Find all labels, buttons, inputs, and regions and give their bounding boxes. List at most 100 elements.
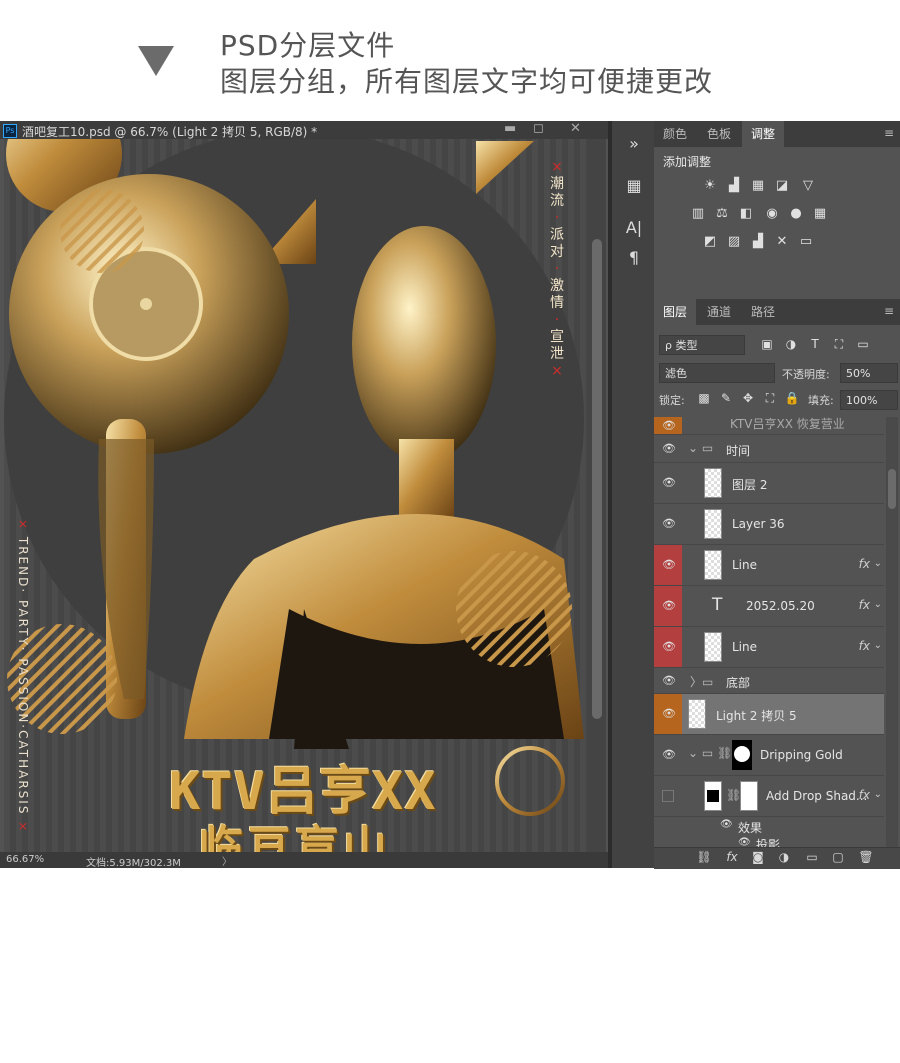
filter-smart-icon[interactable]: ▭: [855, 337, 871, 351]
scroll-thumb[interactable]: [592, 239, 602, 719]
history-icon[interactable]: »: [623, 133, 645, 155]
posterize-icon[interactable]: ▨: [726, 235, 742, 249]
status-menu-arrow[interactable]: 〉: [222, 853, 232, 868]
layer-row[interactable]: 👁 ⌄ ▭ ⛓ Dripping Gold: [654, 735, 884, 776]
selective-color-icon[interactable]: ✕: [774, 235, 790, 249]
close-button[interactable]: ✕: [570, 121, 581, 136]
effects-toggle-arrow[interactable]: ⌄: [874, 558, 882, 569]
visibility-toggle[interactable]: 👁: [654, 694, 682, 734]
tab-layers[interactable]: 图层: [654, 299, 696, 325]
visibility-toggle[interactable]: 👁: [654, 435, 682, 462]
lock-all-icon[interactable]: 🔒: [784, 391, 800, 405]
black-white-icon[interactable]: ◧: [738, 207, 754, 221]
tab-adjustments[interactable]: 调整: [742, 121, 784, 147]
layer-row[interactable]: 👁 KTV吕亨XX 恢复营业: [654, 417, 884, 435]
add-mask-icon[interactable]: ◙: [750, 850, 766, 864]
character-icon[interactable]: A|: [623, 217, 645, 239]
trash-icon[interactable]: 🗑: [858, 850, 874, 864]
eye-icon[interactable]: 👁: [720, 819, 733, 830]
layer-row[interactable]: 👁 Line fx ⌄: [654, 545, 884, 586]
layer-row[interactable]: ⛓ Add Drop Shad... fx ⌄: [654, 776, 884, 817]
properties-icon[interactable]: ▦: [623, 175, 645, 197]
fx-icon[interactable]: fx: [859, 639, 870, 653]
minimize-button[interactable]: ▬: [504, 121, 516, 136]
filter-pixel-icon[interactable]: ▣: [759, 337, 775, 351]
eye-icon: 👁: [662, 707, 676, 720]
filter-text-icon[interactable]: T: [807, 337, 823, 351]
effect-row[interactable]: 👁 投影: [654, 835, 884, 847]
scroll-thumb[interactable]: [888, 469, 896, 509]
invert-icon[interactable]: ◩: [702, 235, 718, 249]
layer-row[interactable]: 👁 T 2052.05.20 fx ⌄: [654, 586, 884, 627]
panel-menu-icon[interactable]: ≡: [884, 304, 894, 318]
vibrance-icon[interactable]: ▽: [800, 179, 816, 193]
visibility-toggle[interactable]: 👁: [654, 668, 682, 693]
link-layers-icon[interactable]: ⛓: [696, 850, 712, 864]
opacity-input[interactable]: 50%: [840, 363, 898, 383]
visibility-toggle[interactable]: [654, 776, 682, 816]
document-tab[interactable]: Ps 酒吧复工10.psd @ 66.7% (Light 2 拷贝 5, RGB…: [0, 121, 608, 139]
photo-filter-icon[interactable]: ◉: [764, 207, 780, 221]
zoom-level[interactable]: 66.67%: [6, 854, 44, 865]
layer-row[interactable]: 👁 Layer 36: [654, 504, 884, 545]
visibility-toggle[interactable]: 👁: [654, 586, 682, 626]
effects-toggle-arrow[interactable]: ⌄: [874, 640, 882, 651]
fill-input[interactable]: 100%: [840, 390, 898, 410]
visibility-toggle[interactable]: 👁: [654, 417, 682, 434]
brightness-icon[interactable]: ☀: [702, 179, 718, 193]
layer-row[interactable]: 👁 ⌄ ▭ 时间: [654, 435, 884, 463]
lock-artboard-icon[interactable]: ⛶: [762, 391, 778, 406]
maximize-button[interactable]: ◻: [533, 121, 544, 136]
panel-menu-icon[interactable]: ≡: [884, 126, 894, 140]
lock-paint-icon[interactable]: ✎: [718, 391, 734, 405]
color-lookup-icon[interactable]: ▦: [812, 207, 828, 221]
layers-list[interactable]: 👁 KTV吕亨XX 恢复营业 👁 ⌄ ▭ 时间 👁 图层 2 👁 Layer 3…: [654, 417, 900, 847]
eye-icon[interactable]: 👁: [738, 837, 751, 847]
visibility-toggle[interactable]: 👁: [654, 504, 682, 544]
layer-row[interactable]: 👁 Line fx ⌄: [654, 627, 884, 668]
filter-shape-icon[interactable]: ⛶: [831, 337, 847, 352]
visibility-toggle[interactable]: 👁: [654, 627, 682, 667]
effects-toggle-arrow[interactable]: ⌄: [874, 599, 882, 610]
fx-icon[interactable]: fx: [859, 788, 870, 802]
threshold-icon[interactable]: ▟: [750, 235, 766, 249]
new-adjustment-icon[interactable]: ◑: [776, 850, 792, 864]
tab-swatches[interactable]: 色板: [698, 121, 740, 147]
exposure-icon[interactable]: ◪: [774, 179, 790, 193]
curves-icon[interactable]: ▦: [750, 179, 766, 193]
visibility-toggle[interactable]: 👁: [654, 463, 682, 503]
channel-mixer-icon[interactable]: ●: [788, 207, 804, 221]
paragraph-icon[interactable]: ¶: [623, 247, 645, 269]
color-balance-icon[interactable]: ⚖: [714, 207, 730, 221]
visibility-toggle[interactable]: 👁: [654, 545, 682, 585]
blend-mode-select[interactable]: 滤色: [659, 363, 775, 383]
gradient-map-icon[interactable]: ▭: [798, 235, 814, 249]
visibility-toggle[interactable]: 👁: [654, 735, 682, 775]
layer-row[interactable]: 👁 〉▭ 底部: [654, 668, 884, 694]
tab-paths[interactable]: 路径: [742, 299, 784, 325]
layers-panel-tabs: 图层 通道 路径 ≡: [654, 299, 900, 325]
hue-saturation-icon[interactable]: ▥: [690, 207, 706, 221]
fx-icon[interactable]: fx: [859, 598, 870, 612]
fx-icon[interactable]: fx: [859, 557, 870, 571]
lock-transparent-icon[interactable]: ▩: [696, 391, 712, 405]
filter-kind-select[interactable]: ρ 类型: [659, 335, 745, 355]
vertical-scrollbar[interactable]: [588, 139, 606, 852]
new-group-icon[interactable]: ▭: [804, 850, 820, 864]
group-icon[interactable]: ⌄ ▭ ⛓: [688, 746, 732, 760]
tab-color[interactable]: 颜色: [654, 121, 696, 147]
layer-row-selected[interactable]: 👁 Light 2 拷贝 5: [654, 694, 884, 735]
filter-adjust-icon[interactable]: ◑: [783, 337, 799, 351]
lock-position-icon[interactable]: ✥: [740, 391, 756, 405]
effects-row[interactable]: 👁 效果: [654, 817, 884, 837]
poster-canvas[interactable]: × 潮 流 · 派 对 · 激 情 · 宣 泄 × × TREND· PARTY…: [4, 139, 588, 852]
new-layer-icon[interactable]: ▢: [830, 850, 846, 864]
layers-scrollbar[interactable]: [886, 417, 898, 847]
collapse-arrow-icon[interactable]: 〉▭: [690, 673, 713, 690]
tab-channels[interactable]: 通道: [698, 299, 740, 325]
expand-arrow-icon[interactable]: ⌄ ▭: [688, 441, 713, 455]
add-style-icon[interactable]: fx: [724, 850, 740, 864]
effects-toggle-arrow[interactable]: ⌄: [874, 789, 882, 800]
levels-icon[interactable]: ▟: [726, 179, 742, 193]
layer-row[interactable]: 👁 图层 2: [654, 463, 884, 504]
